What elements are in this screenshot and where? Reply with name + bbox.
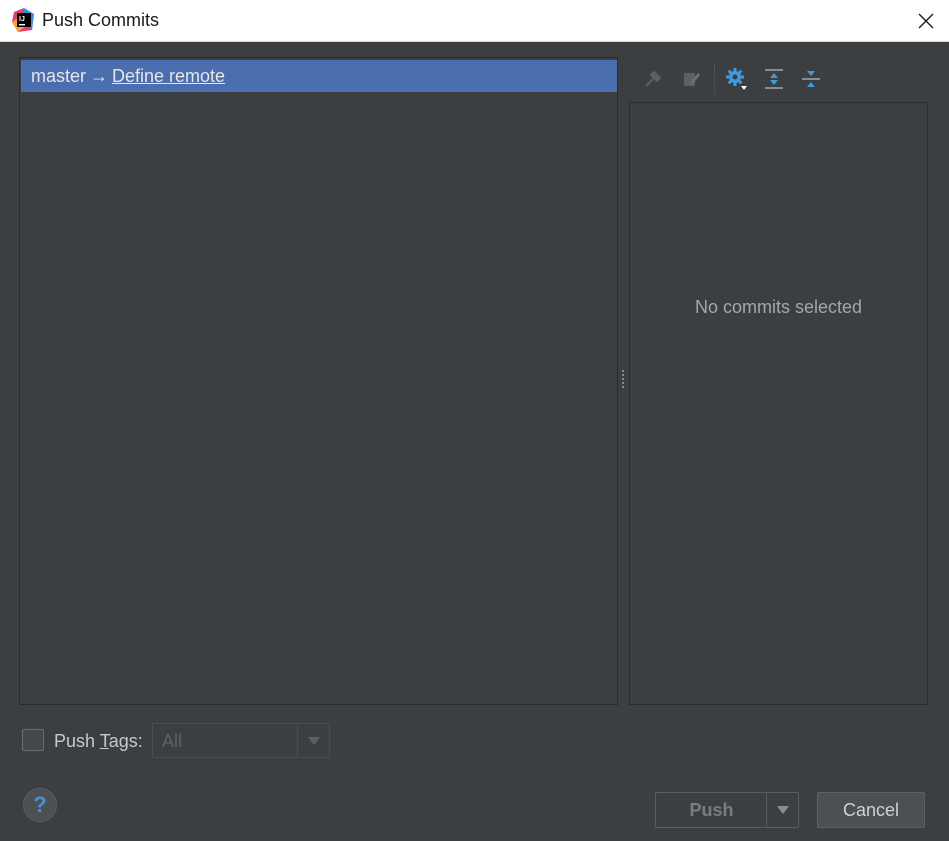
cherry-pick-icon	[645, 70, 662, 87]
define-remote-link[interactable]: Define remote	[112, 66, 225, 86]
push-arrow-icon: →	[90, 66, 109, 86]
close-icon[interactable]	[918, 13, 934, 29]
dialog-title: Push Commits	[42, 10, 160, 30]
expand-all-icon	[765, 69, 783, 89]
push-tags-checkbox[interactable]	[22, 729, 44, 751]
tags-mode-select[interactable]: All	[152, 723, 330, 758]
help-button[interactable]: ?	[23, 788, 57, 822]
cherry-pick-button[interactable]	[638, 64, 668, 94]
help-icon: ?	[33, 792, 47, 817]
panel-splitter-handle[interactable]	[620, 368, 626, 394]
branches-tree-panel: master → Define remote	[19, 57, 618, 705]
edit-source-icon	[684, 73, 700, 86]
push-tags-label-prefix: Push	[54, 731, 100, 751]
push-options-dropdown[interactable]	[766, 793, 798, 827]
branch-row-master[interactable]: master → Define remote	[21, 60, 617, 92]
local-branch-label: master	[31, 66, 87, 86]
cancel-button[interactable]: Cancel	[817, 792, 925, 828]
collapse-all-button[interactable]	[796, 64, 826, 94]
settings-button[interactable]	[722, 64, 752, 94]
push-button[interactable]: Push	[656, 793, 767, 827]
tags-mode-value: All	[162, 731, 183, 751]
collapse-all-icon	[802, 71, 820, 87]
close-button[interactable]	[903, 0, 949, 42]
svg-text:IJ: IJ	[19, 16, 25, 23]
chevron-down-icon	[307, 736, 320, 745]
no-commits-selected-text: No commits selected	[694, 297, 863, 317]
intellij-idea-icon: IJ	[12, 8, 34, 32]
push-split-button[interactable]: Push	[655, 792, 799, 828]
edit-source-button[interactable]	[676, 64, 706, 94]
chevron-down-icon	[776, 806, 789, 814]
commit-details-panel: No commits selected	[629, 102, 928, 705]
details-toolbar	[630, 60, 928, 96]
push-tags-label-mnemonic: T	[99, 731, 109, 751]
dialog-titlebar: IJ Push Commits	[0, 0, 949, 42]
toolbar-separator	[714, 64, 715, 94]
expand-all-button[interactable]	[759, 64, 789, 94]
push-tags-label-suffix: ags:	[108, 731, 143, 751]
tags-select-dropdown-arrow[interactable]	[297, 724, 329, 757]
push-tags-label[interactable]: Push Tags:	[54, 730, 143, 752]
settings-gear-icon	[726, 68, 747, 90]
